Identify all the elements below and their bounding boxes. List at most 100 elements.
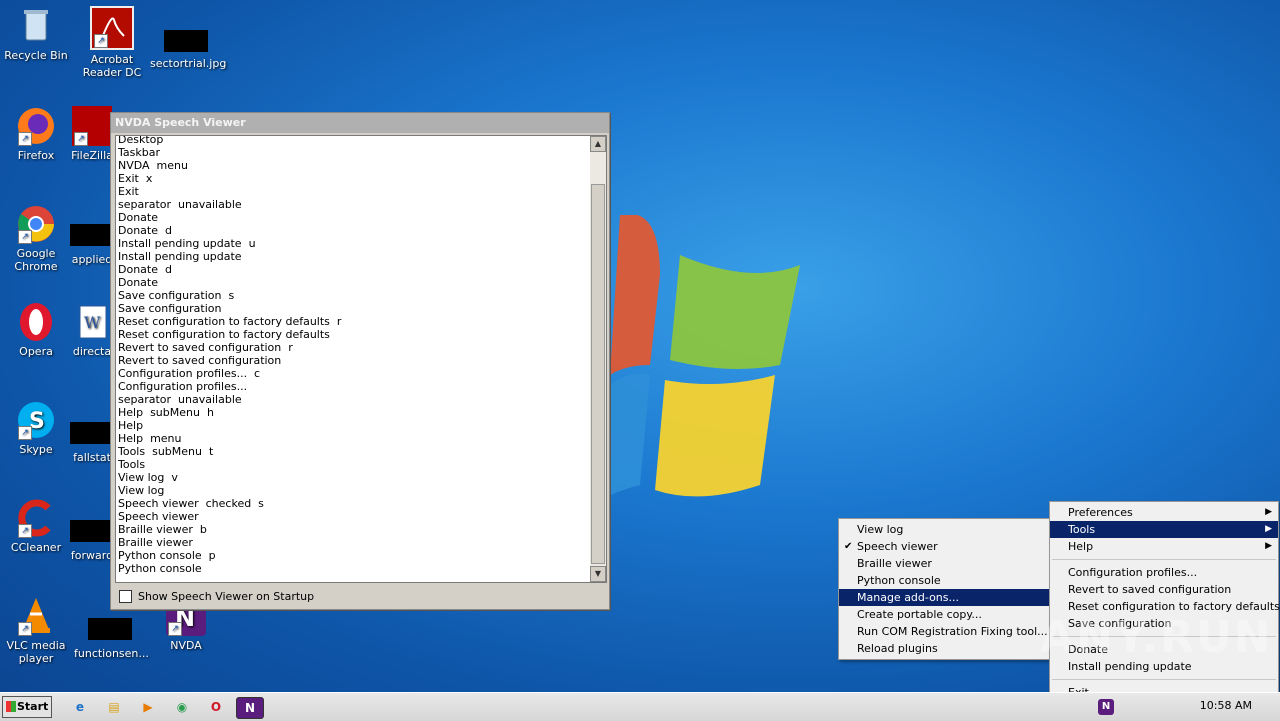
checkmark-icon: ✔ (844, 541, 853, 552)
submenu-arrow-icon: ▶ (1265, 507, 1272, 517)
speech-log-listbox[interactable]: Desktop Taskbar NVDA menu Exit x Exit separat… (115, 135, 607, 583)
menu-item-label: Preferences (1068, 506, 1133, 519)
menu-item-label: Revert to saved configuration (1068, 583, 1232, 596)
scroll-down-button[interactable]: ▼ (590, 566, 606, 582)
scroll-up-button[interactable]: ▲ (590, 136, 606, 152)
desktop-icon-label: CCleaner (10, 541, 62, 554)
chrome-icon: ↗ (16, 204, 56, 244)
vlc-icon: ↗ (16, 596, 56, 636)
menu-item-label: Configuration profiles... (1068, 566, 1198, 579)
watermark: ANY.RUN (1040, 612, 1273, 663)
window-title[interactable]: NVDA Speech Viewer (111, 113, 609, 133)
desktop-icon-label: Google Chrome (14, 247, 58, 273)
desktop-icon-recycle-bin[interactable]: Recycle Bin (0, 6, 72, 62)
speech-log-line: Speech viewer (118, 510, 199, 523)
speech-log-line: Save configuration (118, 302, 222, 315)
speech-log-line: Configuration profiles... (118, 380, 248, 393)
skype-icon: S ↗ (16, 400, 56, 440)
speech-log-line: separator unavailable (118, 198, 242, 211)
menu-item-label: Help (1068, 540, 1094, 553)
menu-item-label: View log (857, 523, 904, 536)
speech-log-line: Configuration profiles... c (118, 367, 261, 380)
menu-item-label: Tools (1068, 523, 1096, 536)
menu-item-tools[interactable]: Tools ▶ (1050, 521, 1278, 538)
speech-log-line: Help (118, 419, 144, 432)
recycle-bin-icon (16, 6, 56, 46)
speech-log-line: Tools subMenu t (118, 445, 214, 458)
submenu-arrow-icon: ▶ (1265, 541, 1272, 551)
opera-icon[interactable]: O (206, 697, 226, 717)
speech-log-lines: Desktop Taskbar NVDA menu Exit x Exit separat… (118, 135, 588, 575)
windows-logo-wallpaper (600, 215, 800, 500)
nvda-main-menu: Preferences ▶ Tools ▶ Help ▶ Configuration pro… (1049, 501, 1280, 704)
menu-item-run-com-registration-fixing-tool[interactable]: Run COM Registration Fixing tool... (839, 623, 1051, 640)
speech-viewer-window: NVDA Speech Viewer Desktop Taskbar NVDA me… (110, 112, 610, 610)
menu-item-label: Manage add-ons... (857, 591, 959, 604)
speech-log-line: Reset configuration to factory defaults … (118, 315, 342, 328)
show-on-startup-checkbox[interactable] (119, 589, 132, 603)
speech-log-line: Braille viewer (118, 536, 193, 549)
menu-separator (1052, 559, 1276, 560)
nvda-tray-icon[interactable]: N (1098, 699, 1114, 715)
file-icon (70, 224, 114, 246)
speech-log-line: Revert to saved configuration r (118, 341, 293, 354)
menu-item-python-console[interactable]: Python console (839, 572, 1051, 589)
speech-log-line: Donate (118, 211, 158, 224)
speech-log-line: Desktop (118, 135, 164, 146)
menu-item-reload-plugins[interactable]: Reload plugins (839, 640, 1051, 657)
explorer-icon[interactable]: ▤ (104, 697, 124, 717)
desktop-icon-label: directa (72, 345, 112, 358)
desktop-icon-label: Opera (19, 345, 53, 358)
menu-item-manage-add-ons[interactable]: Manage add-ons... (839, 589, 1051, 606)
desktop-icon-vlc[interactable]: ↗ VLC media player (0, 596, 72, 665)
desktop-icon-sectortrial[interactable]: sectortrial.jpg (150, 6, 226, 70)
desktop-icon-label: Acrobat Reader DC (82, 53, 142, 79)
word-doc-icon: W (72, 302, 112, 342)
ie-icon[interactable]: e (70, 697, 90, 717)
menu-item-preferences[interactable]: Preferences ▶ (1050, 504, 1278, 521)
start-button[interactable]: Start (2, 696, 52, 718)
show-on-startup-label: Show Speech Viewer on Startup (138, 589, 315, 603)
speech-log-line: Exit (118, 185, 139, 198)
chrome-icon[interactable]: ◉ (172, 697, 192, 717)
speech-log-line: Donate d (118, 263, 172, 276)
desktop-icon-label: sectortrial.jpg (150, 57, 227, 70)
desktop-icon-acrobat[interactable]: ↗ Acrobat Reader DC (76, 6, 148, 79)
speech-log-line: View log (118, 484, 165, 497)
acrobat-icon: ↗ (90, 6, 134, 50)
speech-log-line: Help menu (118, 432, 182, 445)
desktop-icon-label: forward (70, 549, 114, 562)
menu-item-view-log[interactable]: View log (839, 521, 1051, 538)
speech-log-line: Install pending update u (118, 237, 256, 250)
speech-log-line: Python console p (118, 549, 216, 562)
speech-log-line: Taskbar (118, 146, 160, 159)
menu-item-help[interactable]: Help ▶ (1050, 538, 1278, 555)
scroll-thumb[interactable] (591, 184, 605, 564)
firefox-icon: ↗ (16, 106, 56, 146)
menu-item-braille-viewer[interactable]: Braille viewer (839, 555, 1051, 572)
speech-log-line: separator unavailable (118, 393, 242, 406)
show-on-startup-row[interactable]: Show Speech Viewer on Startup (119, 589, 314, 603)
speech-log-line: Save configuration s (118, 289, 235, 302)
desktop-icon-label: functionsen... (74, 647, 149, 660)
media-player-icon[interactable]: ▶ (138, 697, 158, 717)
vertical-scrollbar[interactable]: ▲ ▼ (590, 136, 606, 582)
image-file-icon (164, 30, 208, 52)
menu-item-revert-to-saved-configuration[interactable]: Revert to saved configuration (1050, 581, 1278, 598)
filezilla-icon: ↗ (72, 106, 112, 146)
menu-item-configuration-profiles[interactable]: Configuration profiles... (1050, 564, 1278, 581)
desktop-icon-label: fallstat (73, 451, 111, 464)
speech-log-line: Python console (118, 562, 202, 575)
speech-log-line: Donate (118, 276, 158, 289)
desktop-icon-label: Recycle Bin (4, 49, 68, 62)
taskbar-clock[interactable]: 10:58 AM (1200, 699, 1252, 712)
menu-item-label: Braille viewer (857, 557, 932, 570)
menu-item-speech-viewer[interactable]: ✔ Speech viewer (839, 538, 1051, 555)
speech-log-line: Reset configuration to factory defaults (118, 328, 330, 341)
desktop-icon-label: FileZilla (71, 149, 113, 162)
speech-log-line: NVDA menu (118, 159, 188, 172)
desktop-icon-label: Skype (19, 443, 53, 456)
speech-log-line: Help subMenu h (118, 406, 214, 419)
menu-item-create-portable-copy[interactable]: Create portable copy... (839, 606, 1051, 623)
nvda-icon[interactable]: N (236, 697, 264, 719)
